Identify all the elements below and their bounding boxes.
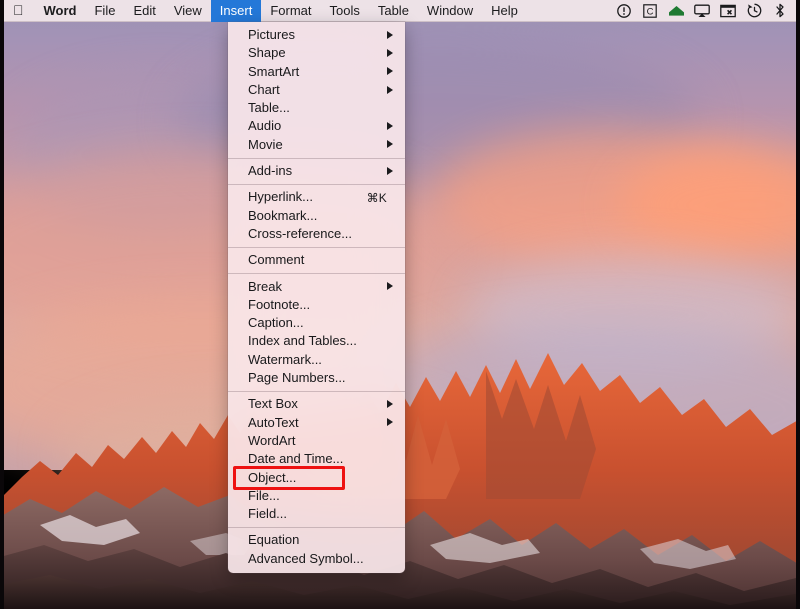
menu-item-object[interactable]: Object... (228, 469, 405, 487)
letter-c-icon[interactable]: C (638, 0, 662, 22)
menu-item-label: SmartArt (248, 63, 300, 79)
submenu-arrow-icon (387, 30, 393, 39)
menu-item-add-ins[interactable]: Add-ins (228, 162, 405, 180)
menu-item-chart[interactable]: Chart (228, 81, 405, 99)
menu-item-label: Equation (248, 532, 300, 548)
menu-window[interactable]: Window (418, 0, 482, 22)
apple-menu-icon[interactable]:  (0, 0, 35, 22)
submenu-arrow-icon (387, 282, 393, 291)
menu-item-label: Cross-reference... (248, 225, 353, 241)
macos-menu-bar[interactable]:  Word File Edit View Insert Format Tool… (0, 0, 800, 22)
submenu-arrow-icon (387, 122, 393, 131)
menu-item-label: Add-ins (248, 163, 293, 179)
menu-item-break[interactable]: Break (228, 278, 405, 296)
menu-item-label: Advanced Symbol... (248, 550, 364, 566)
menu-item-pictures[interactable]: Pictures (228, 26, 405, 44)
menu-table[interactable]: Table (369, 0, 418, 22)
menu-bar-status-icons[interactable]: C ✖ (612, 0, 800, 22)
submenu-arrow-icon (387, 418, 393, 427)
airplay-icon[interactable] (690, 0, 714, 22)
menu-bar-items[interactable]:  Word File Edit View Insert Format Tool… (0, 0, 527, 22)
menu-item-table[interactable]: Table... (228, 99, 405, 117)
menu-item-label: Index and Tables... (248, 333, 357, 349)
menu-item-autotext[interactable]: AutoText (228, 414, 405, 432)
menu-item-label: Field... (248, 506, 288, 522)
menu-separator (228, 246, 405, 248)
menu-item-date-and-time[interactable]: Date and Time... (228, 450, 405, 468)
submenu-arrow-icon (387, 399, 393, 408)
menu-item-text-box[interactable]: Text Box (228, 395, 405, 413)
menu-item-smartart[interactable]: SmartArt (228, 63, 405, 81)
green-house-icon[interactable] (664, 0, 688, 22)
submenu-arrow-icon (387, 48, 393, 57)
menu-item-page-numbers[interactable]: Page Numbers... (228, 369, 405, 387)
menu-item-movie[interactable]: Movie (228, 136, 405, 154)
menu-item-caption[interactable]: Caption... (228, 314, 405, 332)
menu-item-file[interactable]: File... (228, 487, 405, 505)
screen-left-edge (0, 0, 4, 609)
insert-menu-items[interactable]: Pictures Shape SmartArt Chart Table... Audio M… (228, 26, 405, 568)
info-circle-icon[interactable] (612, 0, 636, 22)
insert-dropdown-menu[interactable]: Pictures Shape SmartArt Chart Table... Audio M… (228, 22, 405, 574)
menu-separator (228, 183, 405, 185)
menu-item-label: Comment (248, 252, 305, 268)
menu-help[interactable]: Help (482, 0, 527, 22)
menu-item-label: Audio (248, 118, 282, 134)
submenu-arrow-icon (387, 85, 393, 94)
screen-right-edge (796, 0, 800, 609)
time-machine-icon[interactable] (742, 0, 766, 22)
menu-item-label: File... (248, 487, 280, 503)
menu-item-field[interactable]: Field... (228, 505, 405, 523)
menu-item-label: Hyperlink... (248, 189, 314, 205)
menu-item-label: Shape (248, 45, 286, 61)
menu-item-equation[interactable]: Equation (228, 531, 405, 549)
menu-item-shape[interactable]: Shape (228, 44, 405, 62)
svg-text:C: C (647, 6, 654, 17)
menu-item-label: Object... (248, 469, 297, 485)
menu-file[interactable]: File (85, 0, 124, 22)
menu-item-index-and-tables[interactable]: Index and Tables... (228, 332, 405, 350)
menu-item-label: Text Box (248, 396, 298, 412)
menu-item-cross-reference[interactable]: Cross-reference... (228, 225, 405, 243)
menu-separator (228, 273, 405, 275)
submenu-arrow-icon (387, 140, 393, 149)
menu-item-label: Movie (248, 136, 283, 152)
svg-text:✖: ✖ (726, 8, 733, 17)
menu-item-label: Chart (248, 81, 280, 97)
menu-item-label: Footnote... (248, 296, 311, 312)
menu-item-hyperlink[interactable]: Hyperlink... ⌘K (228, 188, 405, 206)
menu-item-comment[interactable]: Comment (228, 251, 405, 269)
submenu-arrow-icon (387, 166, 393, 175)
menu-item-label: Break (248, 278, 282, 294)
menu-item-label: Table... (248, 100, 290, 116)
menu-item-label: Caption... (248, 315, 304, 331)
menu-item-shortcut: ⌘K (366, 190, 387, 205)
menu-item-watermark[interactable]: Watermark... (228, 351, 405, 369)
menu-item-label: WordArt (248, 432, 296, 448)
menu-item-label: Pictures (248, 27, 295, 42)
menu-word[interactable]: Word (35, 0, 86, 22)
bluetooth-icon[interactable] (768, 0, 792, 22)
menu-item-wordart[interactable]: WordArt (228, 432, 405, 450)
menu-item-advanced-symbol[interactable]: Advanced Symbol... (228, 550, 405, 568)
menu-separator (228, 526, 405, 528)
menu-item-audio[interactable]: Audio (228, 117, 405, 135)
menu-item-label: Watermark... (248, 351, 322, 367)
submenu-arrow-icon (387, 67, 393, 76)
menu-tools[interactable]: Tools (320, 0, 368, 22)
menu-item-bookmark[interactable]: Bookmark... (228, 207, 405, 225)
menu-separator (228, 390, 405, 392)
menu-item-label: Date and Time... (248, 451, 344, 467)
menu-format[interactable]: Format (261, 0, 320, 22)
menu-view[interactable]: View (165, 0, 211, 22)
menu-separator (228, 157, 405, 159)
menu-item-footnote[interactable]: Footnote... (228, 296, 405, 314)
menu-item-label: Bookmark... (248, 207, 318, 223)
screen-capture-icon[interactable]: ✖ (716, 0, 740, 22)
menu-edit[interactable]: Edit (124, 0, 164, 22)
menu-item-label: AutoText (248, 414, 299, 430)
menu-insert[interactable]: Insert (210, 0, 262, 22)
menu-item-label: Page Numbers... (248, 370, 346, 386)
